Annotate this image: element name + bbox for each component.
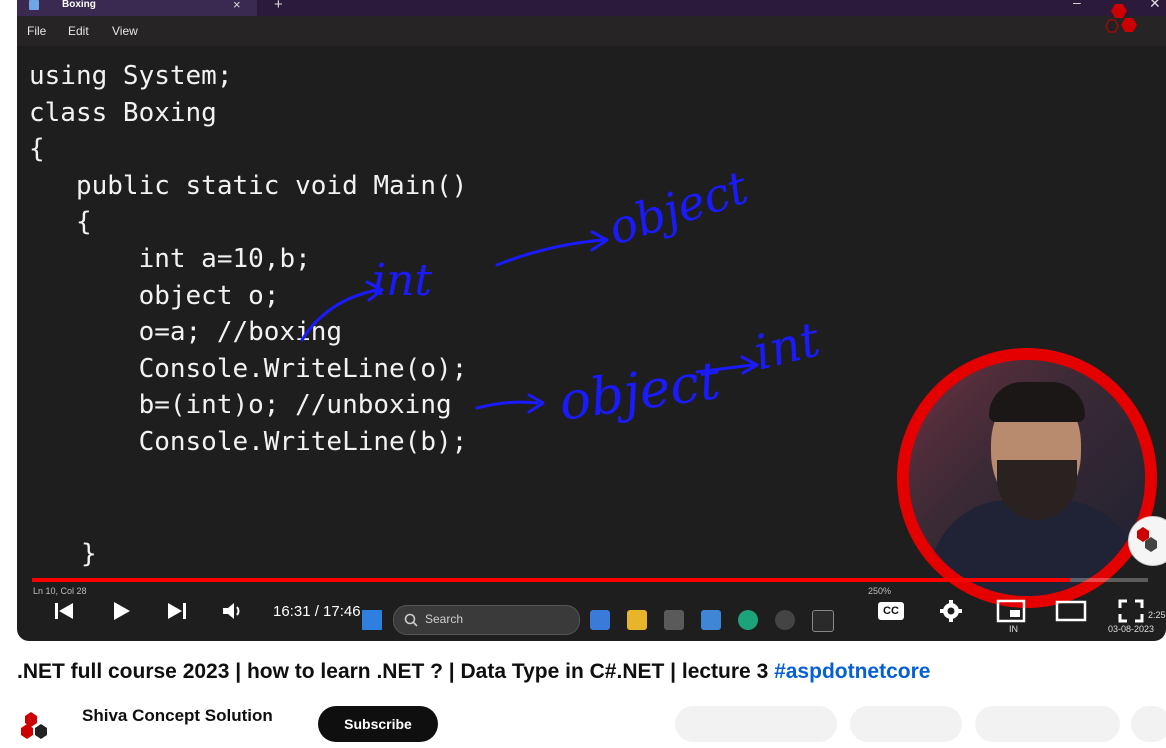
search-icon bbox=[404, 613, 418, 627]
volume-icon bbox=[223, 603, 240, 619]
progress-fill bbox=[32, 578, 1070, 582]
watermark-logo-icon bbox=[1137, 527, 1157, 552]
taskbar-terminal-icon[interactable] bbox=[812, 610, 834, 632]
previous-icon bbox=[55, 603, 73, 619]
settings-button[interactable] bbox=[934, 594, 968, 628]
channel-watermark bbox=[1128, 516, 1166, 566]
presenter-webcam bbox=[897, 348, 1157, 608]
taskbar-store-icon[interactable] bbox=[664, 610, 684, 630]
annotation-label: int bbox=[748, 311, 826, 381]
volume-button[interactable] bbox=[215, 594, 249, 628]
annotation-label: object bbox=[602, 160, 755, 256]
taskbar-folder-icon[interactable] bbox=[627, 610, 647, 630]
play-icon bbox=[114, 602, 130, 620]
settings-icon bbox=[940, 600, 962, 622]
video-player[interactable]: Boxing × + – ✕ File Edit View using Syst… bbox=[17, 0, 1166, 641]
subscribe-button[interactable]: Subscribe bbox=[318, 706, 438, 742]
play-button[interactable] bbox=[104, 594, 138, 628]
taskbar-edge-icon[interactable] bbox=[738, 610, 758, 630]
next-icon bbox=[168, 603, 186, 619]
annotation-arrow-1a bbox=[300, 288, 379, 342]
next-button[interactable] bbox=[160, 594, 194, 628]
theater-icon bbox=[1055, 600, 1087, 622]
taskbar-notepad-icon[interactable] bbox=[701, 610, 721, 630]
miniplayer-button[interactable] bbox=[994, 594, 1028, 628]
clock-date: 03-08-2023 bbox=[1108, 624, 1155, 634]
fullscreen-icon bbox=[1118, 599, 1144, 623]
like-dislike-button[interactable] bbox=[675, 706, 837, 742]
more-actions-button[interactable] bbox=[1131, 706, 1166, 742]
annotation-arrow-1b bbox=[495, 238, 604, 267]
captions-button[interactable]: CC bbox=[874, 594, 908, 628]
taskbar-mail-icon[interactable] bbox=[590, 610, 610, 630]
video-title: .NET full course 2023 | how to learn .NE… bbox=[17, 660, 930, 684]
miniplayer-icon bbox=[996, 599, 1026, 623]
player-controls: 16:31 / 17:46 Search CC IN 2:25 03-08-20… bbox=[17, 594, 1166, 635]
taskbar-chrome-icon[interactable] bbox=[775, 610, 795, 630]
annotation-label: int bbox=[372, 255, 432, 306]
progress-bar[interactable] bbox=[32, 578, 1148, 582]
captions-icon: CC bbox=[878, 602, 904, 620]
time-display: 16:31 / 17:46 bbox=[273, 603, 361, 620]
theater-button[interactable] bbox=[1054, 594, 1088, 628]
annotation-arrow-2a bbox=[475, 400, 539, 410]
taskbar-search[interactable]: Search bbox=[393, 605, 580, 635]
windows-start-icon[interactable] bbox=[362, 610, 382, 630]
fullscreen-button[interactable] bbox=[1114, 594, 1148, 628]
video-hashtag[interactable]: #aspdotnetcore bbox=[774, 660, 930, 683]
annotation-label: object bbox=[555, 351, 723, 433]
channel-name[interactable]: Shiva Concept Solution bbox=[82, 706, 273, 726]
share-button[interactable] bbox=[850, 706, 962, 742]
clock-time: 2:25 bbox=[1148, 610, 1166, 620]
previous-button[interactable] bbox=[47, 594, 81, 628]
video-title-text: .NET full course 2023 | how to learn .NE… bbox=[17, 660, 775, 683]
download-button[interactable] bbox=[975, 706, 1120, 742]
keyboard-lang: IN bbox=[1009, 624, 1018, 634]
channel-avatar[interactable] bbox=[17, 708, 57, 748]
search-label: Search bbox=[425, 612, 464, 626]
